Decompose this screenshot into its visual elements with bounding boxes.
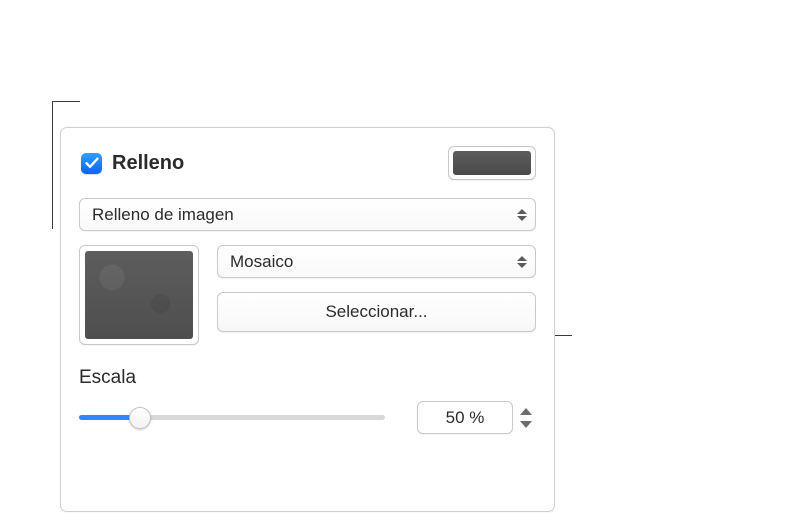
scale-slider-track — [79, 415, 385, 420]
scale-label: Escala — [79, 367, 536, 389]
stepper-up-icon[interactable] — [520, 408, 532, 415]
fill-image-thumbnail — [85, 251, 193, 339]
fill-type-popup[interactable]: Relleno de imagen — [79, 198, 536, 231]
chevron-up-down-icon — [510, 256, 534, 268]
scale-slider-knob[interactable] — [129, 407, 151, 429]
choose-image-button[interactable]: Seleccionar... — [217, 292, 536, 332]
fill-tiling-popup[interactable]: Mosaico — [217, 245, 536, 278]
scale-value-field[interactable]: 50 % — [417, 401, 513, 434]
stepper-down-icon[interactable] — [520, 421, 532, 428]
chevron-up-down-icon — [510, 209, 534, 221]
fill-inspector-panel: Relleno Relleno de imagen Mosaico — [60, 127, 555, 512]
checkmark-icon — [85, 157, 99, 169]
scale-slider[interactable] — [79, 407, 385, 429]
fill-section-label: Relleno — [112, 152, 184, 175]
fill-checkbox-group: Relleno — [81, 152, 184, 175]
fill-type-row: Relleno de imagen — [79, 198, 536, 231]
scale-row: 50 % — [79, 401, 536, 434]
scale-value-text: 50 % — [446, 408, 485, 428]
scale-stepper — [516, 401, 536, 434]
image-fill-options: Mosaico Seleccionar... — [217, 245, 536, 345]
scale-value-group: 50 % — [417, 401, 536, 434]
image-fill-row: Mosaico Seleccionar... — [79, 245, 536, 345]
fill-enabled-checkbox[interactable] — [81, 153, 102, 174]
fill-color-swatch — [453, 151, 531, 175]
fill-image-well[interactable] — [79, 245, 199, 345]
fill-type-value: Relleno de imagen — [92, 205, 234, 225]
fill-color-well[interactable] — [448, 146, 536, 180]
fill-section-header: Relleno — [79, 146, 536, 180]
choose-image-button-label: Seleccionar... — [325, 302, 427, 322]
fill-tiling-value: Mosaico — [230, 252, 293, 272]
